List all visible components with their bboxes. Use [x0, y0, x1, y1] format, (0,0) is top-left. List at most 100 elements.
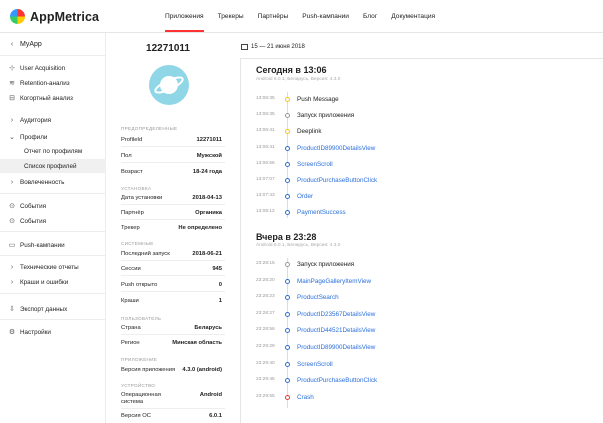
events-alt-icon: ⊙ — [9, 218, 15, 225]
divider — [121, 204, 225, 205]
event-time: 13:06:35 — [256, 96, 275, 101]
sidebar-item-cohort[interactable]: ⊟ Когортный анализ — [8, 94, 73, 103]
sidebar-item-label: Когортный анализ — [20, 94, 73, 102]
section-title: СИСТЕМНЫЕ — [121, 241, 154, 246]
event-dot-icon — [285, 278, 290, 284]
event-dot-icon — [285, 345, 290, 350]
sidebar-item-profiles-list[interactable]: Список профилей — [24, 163, 77, 170]
divider — [0, 255, 106, 256]
field-value: Минская область — [172, 340, 222, 346]
session-subtitle: Android 6.0.1, Беларусь, Версия: 4.3.0 — [256, 243, 341, 248]
field-label: Регион — [121, 340, 140, 346]
divider — [121, 408, 225, 409]
chevron-right-icon: › — [10, 279, 14, 286]
event-dot-icon — [285, 394, 290, 400]
divider — [121, 275, 225, 276]
field-value: 1 — [218, 298, 222, 304]
field-value: Беларусь — [194, 325, 222, 331]
event-link[interactable]: ScreenScroll — [297, 161, 333, 168]
field-label: Операционная система — [121, 392, 161, 405]
field-value: 2018-04-13 — [192, 195, 222, 201]
session-title: Вчера в 23:28 — [256, 232, 317, 242]
top-nav: Приложения Трекеры Партнёры Push-кампани… — [165, 13, 449, 32]
field-value: 4.3.0 (android) — [182, 367, 222, 373]
calendar-icon — [241, 44, 248, 50]
event-link[interactable]: ProductID89900DetailsView — [297, 145, 375, 152]
event-link[interactable]: MainPageGalleryItemView — [297, 278, 371, 285]
app-logo[interactable]: AppMetrica — [10, 9, 99, 24]
event-link[interactable]: ProductPurchaseButtonClick — [297, 377, 377, 384]
sidebar-item-label: События — [20, 202, 46, 210]
event-dot-icon — [285, 311, 290, 317]
field-label: Краши — [121, 298, 139, 304]
sidebar-item-push[interactable]: ▭ Push-кампании — [8, 241, 65, 250]
event-name: Запуск приложения — [297, 112, 355, 120]
profile-id-title: 12271011 — [146, 43, 190, 54]
event-link[interactable]: Order — [297, 193, 313, 200]
field-label: Push открыто — [121, 282, 158, 288]
export-icon: ⇩ — [9, 306, 15, 313]
section-title: ПРИЛОЖЕНИЕ — [121, 357, 158, 362]
sidebar-item-events-alt[interactable]: ⊙ События — [8, 217, 46, 226]
sidebar-item-profiles-report[interactable]: Отчет по профилям — [24, 148, 82, 155]
field-label: Последний запуск — [121, 251, 170, 257]
sidebar-item-user-acquisition[interactable]: ⊹ User Acquisition — [8, 64, 65, 73]
nav-blog[interactable]: Блог — [363, 13, 377, 20]
sidebar-item-profiles[interactable]: ⌄ Профили — [8, 133, 48, 142]
sidebar-item-events[interactable]: ⊙ События — [8, 202, 46, 211]
event-link[interactable]: ProductID44521DetailsView — [297, 327, 375, 334]
sidebar-item-crashes[interactable]: › Краши и ошибки — [8, 279, 68, 286]
event-time: 13:06:41 — [256, 128, 275, 134]
app-name: MyApp — [20, 41, 42, 48]
nav-partners[interactable]: Партнёры — [258, 13, 289, 20]
sidebar-app-selector[interactable]: ‹ MyApp — [8, 41, 42, 48]
nav-apps[interactable]: Приложения — [165, 13, 204, 32]
divider — [0, 319, 106, 320]
event-time: 23:28:23 — [256, 294, 275, 300]
sidebar-item-export[interactable]: ⇩ Экспорт данных — [8, 305, 68, 314]
sidebar-item-label: Профили — [20, 133, 48, 141]
field-label: Дата установки — [121, 195, 163, 201]
event-dot-icon — [285, 161, 290, 167]
event-link[interactable]: PaymentSuccess — [297, 209, 346, 216]
nav-push-campaigns[interactable]: Push-кампании — [302, 13, 349, 20]
nav-trackers[interactable]: Трекеры — [218, 13, 244, 20]
event-dot-icon — [285, 97, 290, 102]
event-dot-icon — [285, 178, 290, 183]
sidebar-item-tech-reports[interactable]: › Технические отчеты — [8, 264, 79, 271]
event-link[interactable]: ProductID89900DetailsView — [297, 344, 375, 351]
event-link[interactable]: ProductID23567DetailsView — [297, 311, 375, 318]
sidebar-item-settings[interactable]: ⚙ Настройки — [8, 328, 51, 337]
event-link[interactable]: ScreenScroll — [297, 361, 333, 368]
sidebar-item-label: Экспорт данных — [20, 305, 68, 313]
top-header: AppMetrica Приложения Трекеры Партнёры P… — [0, 0, 603, 33]
sidebar-item-engagement[interactable]: › Вовлеченность — [8, 179, 65, 186]
divider — [0, 231, 106, 232]
event-link[interactable]: ProductPurchaseButtonClick — [297, 177, 377, 184]
divider — [121, 260, 225, 261]
settings-icon: ⚙ — [8, 329, 16, 336]
nav-docs[interactable]: Документация — [391, 13, 435, 20]
cohort-icon: ⊟ — [9, 95, 15, 102]
sidebar-item-retention[interactable]: ≋ Retention-анализ — [8, 79, 70, 88]
event-time: 13:06:41 — [256, 144, 275, 150]
event-dot-icon — [285, 262, 290, 267]
logo-text: AppMetrica — [30, 9, 100, 24]
field-value: 18-24 года — [192, 169, 222, 175]
date-range-picker[interactable]: 15 — 21 июня 2018 — [241, 44, 305, 50]
chevron-left-icon: ‹ — [10, 41, 14, 48]
field-value: Android — [199, 392, 222, 398]
field-value: 12271011 — [196, 137, 222, 143]
profile-panel: 12271011 ПРЕДОПРЕДЕЛЕННЫЕ ProfileId 1227… — [106, 33, 230, 423]
event-time: 13:07:07 — [256, 177, 275, 182]
event-link[interactable]: Crash — [297, 394, 314, 401]
user-acquisition-icon: ⊹ — [9, 65, 15, 72]
session-subtitle: Android 6.0.1, Беларусь, Версия: 4.3.0 — [256, 77, 341, 82]
sidebar-item-audience[interactable]: › Аудитория — [8, 117, 51, 124]
sidebar-item-label: События — [20, 217, 46, 225]
event-name: Deeplink — [297, 128, 322, 136]
event-link[interactable]: ProductSearch — [297, 294, 339, 301]
event-time: 23:29:45 — [256, 377, 275, 383]
sidebar-item-label: Push-кампании — [20, 241, 65, 249]
field-label: Возраст — [121, 169, 143, 175]
